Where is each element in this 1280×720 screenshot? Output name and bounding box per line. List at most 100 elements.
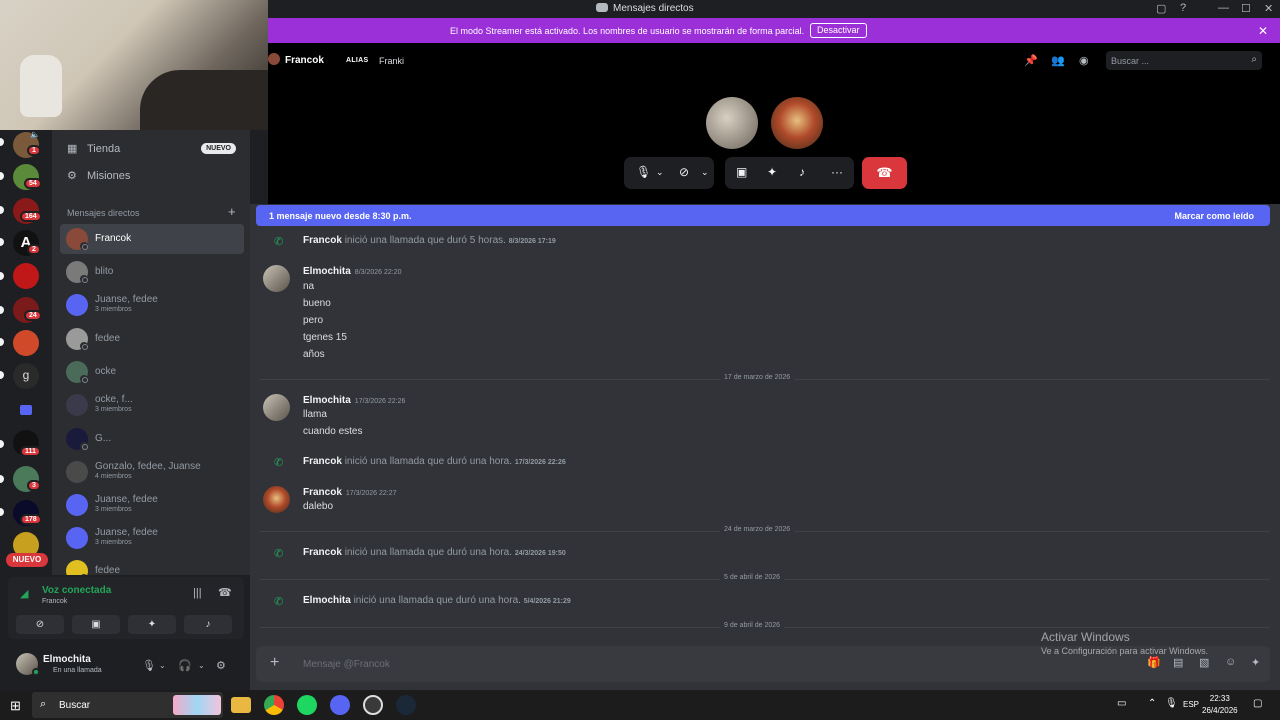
dm-item[interactable]: Gonzalo, fedee, Juanse 4 miembros	[60, 457, 244, 487]
windows-start-icon[interactable]: ⊞	[10, 698, 21, 714]
user-name[interactable]: Elmochita	[43, 654, 91, 665]
new-messages-bar[interactable]: 1 mensaje nuevo desde 8:30 p.m. Marcar c…	[256, 205, 1270, 226]
noise-suppression-icon[interactable]: |||	[193, 587, 202, 599]
server-icon[interactable]: g	[13, 363, 39, 389]
server-icon[interactable]	[13, 263, 39, 289]
hang-up-button[interactable]: ☎	[862, 157, 907, 189]
message-author[interactable]: Francok	[303, 456, 342, 467]
folder-icon[interactable]	[13, 398, 39, 424]
inbox-icon[interactable]: ▢	[1156, 2, 1166, 15]
server-icon[interactable]	[13, 330, 39, 356]
more-options-icon[interactable]: ···	[831, 165, 843, 179]
close-banner-icon[interactable]: ✕	[1258, 24, 1268, 38]
headphones-icon[interactable]: 🎧	[178, 659, 192, 672]
maximize-button[interactable]: ☐	[1241, 2, 1251, 15]
soundboard-icon[interactable]: ♪	[799, 165, 805, 179]
notifications-icon[interactable]: ▢	[1253, 698, 1262, 709]
screen-share-button[interactable]: ▣	[72, 615, 120, 634]
message-author[interactable]: Elmochita	[303, 595, 351, 606]
emoji-icon[interactable]: ☺	[1225, 656, 1236, 668]
create-dm-icon[interactable]: +	[228, 204, 236, 219]
unread-pill	[0, 338, 4, 346]
dm-item[interactable]: G...	[60, 424, 244, 454]
dm-item[interactable]: blito	[60, 257, 244, 287]
message-line: tgenes 15	[303, 332, 347, 343]
call-area: Francok ALIAS Franki 📌 👥 ◉ ⌕ 🎙 ⌄ ⊘ ⌄ ▣ ✦…	[268, 43, 1280, 204]
speaker-icon: 🔈	[30, 130, 40, 139]
spotify-icon[interactable]	[297, 695, 317, 715]
settings-gear-icon[interactable]: ⚙	[216, 659, 226, 672]
message-author[interactable]: Francok	[303, 547, 342, 558]
discord-taskbar-icon[interactable]	[330, 695, 350, 715]
message-author[interactable]: Francok	[303, 487, 342, 498]
nav-quests[interactable]: ⚙ Misiones	[60, 164, 244, 188]
file-explorer-icon[interactable]	[231, 697, 251, 713]
author-avatar[interactable]	[263, 265, 290, 292]
voice-channel[interactable]: Francok	[42, 598, 67, 605]
microphone-icon[interactable]: 🎙	[636, 165, 651, 179]
search-input[interactable]	[1111, 54, 1241, 67]
disconnect-icon[interactable]: ☎	[218, 586, 232, 599]
dm-item[interactable]: Juanse, fedee 3 miembros	[60, 523, 244, 553]
dm-item[interactable]: Francok	[60, 224, 244, 254]
dm-item[interactable]: Juanse, fedee 3 miembros	[60, 490, 244, 520]
message-author[interactable]: Francok	[303, 235, 342, 246]
camera-off-icon[interactable]: ⊘	[679, 165, 689, 179]
dm-name: ocke, f...	[95, 394, 133, 405]
message-author[interactable]: Elmochita	[303, 395, 351, 406]
activities-icon[interactable]: ✦	[767, 165, 777, 179]
message-author[interactable]: Elmochita	[303, 266, 351, 277]
chevron-down-icon[interactable]: ⌄	[159, 661, 166, 670]
taskbar-search[interactable]: ⌕ Buscar	[32, 692, 223, 718]
chevron-down-icon[interactable]: ⌄	[198, 661, 205, 670]
soundboard-button[interactable]: ♪	[184, 615, 232, 634]
participant-avatar[interactable]	[771, 97, 823, 149]
author-avatar[interactable]	[263, 486, 290, 513]
search-highlight-image	[173, 695, 221, 715]
nav-shop[interactable]: ▦ Tienda NUEVO	[60, 137, 244, 161]
gift-icon[interactable]: 🎁	[1147, 656, 1161, 669]
chevron-down-icon[interactable]: ⌄	[656, 167, 664, 178]
profile-icon[interactable]: ◉	[1079, 54, 1089, 67]
dm-item[interactable]: fedee	[60, 324, 244, 354]
chevron-down-icon[interactable]: ⌄	[701, 167, 709, 178]
user-status: En una llamada	[53, 667, 102, 674]
author-avatar[interactable]	[263, 394, 290, 421]
pin-icon[interactable]: 📌	[1024, 54, 1038, 67]
chrome-icon[interactable]	[264, 695, 284, 715]
new-unreads-pill[interactable]: NUEVO	[6, 553, 48, 567]
screen-share-icon[interactable]: ▣	[736, 165, 747, 179]
tablet-icon[interactable]: ▭	[1117, 698, 1126, 709]
system-text: inició una llamada que duró una hora.	[344, 547, 513, 558]
microphone-icon[interactable]: 🎙	[142, 659, 156, 672]
clock[interactable]: 22:33 26/4/2026	[1202, 693, 1238, 717]
dm-member-count: 3 miembros	[95, 406, 132, 413]
participant-avatar[interactable]	[706, 97, 758, 149]
dm-avatar	[66, 560, 88, 575]
dm-item[interactable]: ocke, f... 3 miembros	[60, 390, 244, 420]
close-window-button[interactable]: ✕	[1264, 2, 1273, 15]
microphone-tray-icon[interactable]: 🎙	[1165, 698, 1178, 709]
minimize-button[interactable]: —	[1218, 2, 1229, 14]
voice-status: Voz conectada	[42, 585, 112, 596]
sticker-icon[interactable]: ▧	[1199, 656, 1209, 669]
call-system-message: ✆ Francok inició una llamada que duró un…	[250, 546, 1280, 562]
language-indicator[interactable]: ESP	[1183, 700, 1199, 709]
app-icon[interactable]	[363, 695, 383, 715]
apps-icon[interactable]: ✦	[1251, 656, 1260, 669]
add-attachment-icon[interactable]: +	[270, 654, 279, 672]
search-box[interactable]: ⌕	[1106, 51, 1262, 70]
message-input[interactable]	[303, 657, 903, 671]
dm-item[interactable]: Juanse, fedee 3 miembros	[60, 290, 244, 320]
activities-button[interactable]: ✦	[128, 615, 176, 634]
add-friend-icon[interactable]: 👥	[1051, 54, 1065, 67]
steam-icon[interactable]	[396, 695, 416, 715]
camera-off-button[interactable]: ⊘	[16, 615, 64, 634]
dm-item[interactable]: ocke	[60, 357, 244, 387]
deactivate-button[interactable]: Desactivar	[810, 23, 867, 38]
gif-icon[interactable]: ▤	[1173, 656, 1183, 669]
mark-as-read-button[interactable]: Marcar como leído	[1174, 211, 1254, 221]
help-icon[interactable]: ?	[1180, 2, 1186, 14]
dm-item[interactable]: fedee	[60, 556, 244, 575]
chevron-up-icon[interactable]: ⌃	[1148, 698, 1156, 709]
